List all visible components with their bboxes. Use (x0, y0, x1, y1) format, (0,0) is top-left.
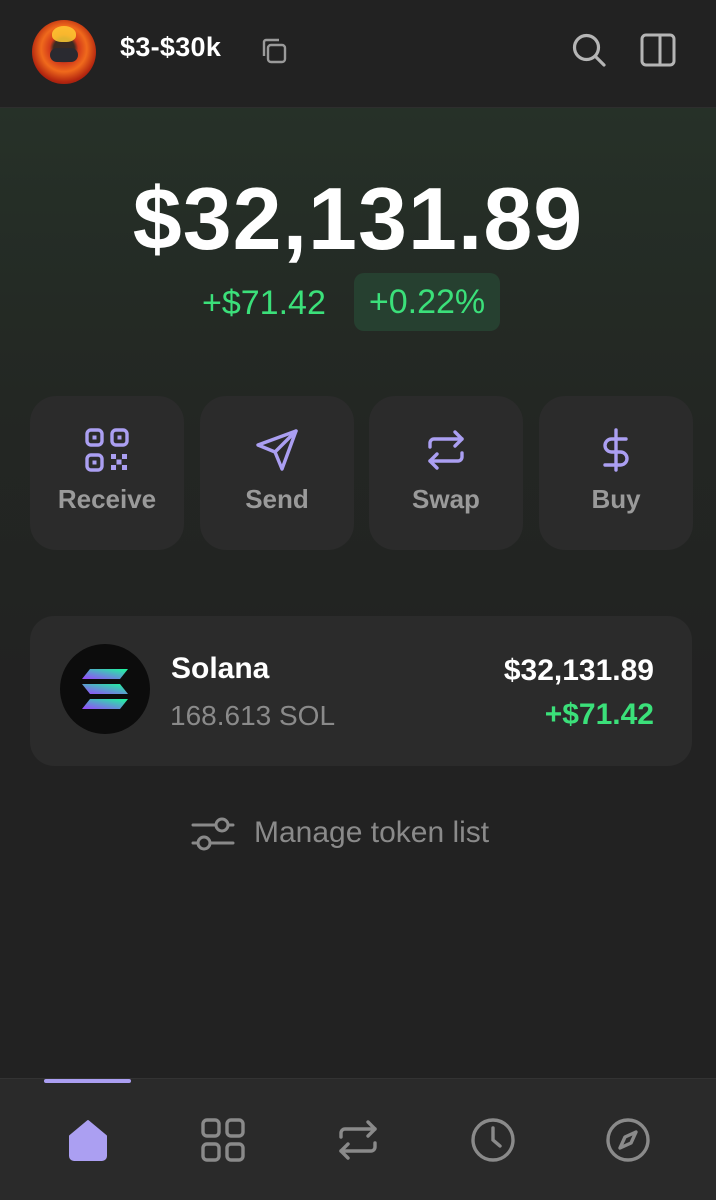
avatar-flame (52, 26, 76, 42)
search-icon[interactable] (570, 31, 608, 69)
buy-label: Buy (591, 484, 641, 514)
send-label: Send (245, 484, 309, 514)
account-avatar[interactable] (32, 20, 96, 84)
solana-logo (60, 644, 150, 734)
account-name[interactable]: $3-$30k (120, 32, 221, 63)
buy-button[interactable]: Buy (539, 396, 693, 550)
solana-logo-mark (82, 669, 128, 709)
swap-label: Swap (412, 484, 480, 514)
active-tab-indicator (44, 1079, 131, 1083)
history-clock-icon[interactable] (469, 1116, 517, 1164)
token-change: +$71.42 (544, 698, 654, 731)
portfolio-change-percent-badge: +0.22% (354, 273, 500, 331)
portfolio-balance: $32,131.89 (132, 169, 584, 268)
swap-icon (428, 430, 464, 470)
explore-compass-icon[interactable] (604, 1116, 652, 1164)
portfolio-change-amount: +$71.42 (202, 284, 326, 322)
collectibles-grid-icon[interactable] (199, 1116, 247, 1164)
token-row-solana[interactable]: Solana 168.613 SOL $32,131.89 +$71.42 (30, 616, 692, 766)
swap-button[interactable]: Swap (369, 396, 523, 550)
avatar-visor (50, 48, 78, 62)
qr-code-icon (85, 428, 129, 472)
send-icon (256, 429, 298, 471)
receive-button[interactable]: Receive (30, 396, 184, 550)
sidebar-panel-icon[interactable] (638, 30, 678, 70)
copy-icon[interactable] (258, 35, 290, 67)
bottom-nav (0, 1078, 716, 1200)
token-quantity: 168.613 SOL (170, 700, 336, 731)
dollar-icon (603, 428, 629, 472)
token-name: Solana (171, 652, 270, 685)
token-value: $32,131.89 (503, 654, 654, 687)
send-button[interactable]: Send (200, 396, 354, 550)
top-header: $3-$30k (0, 0, 716, 108)
portfolio-change-row: +$71.42 +0.22% (0, 272, 716, 332)
receive-label: Receive (57, 484, 157, 514)
home-icon[interactable] (64, 1116, 112, 1164)
swap-icon[interactable] (334, 1116, 382, 1164)
manage-token-list-label: Manage token list (254, 816, 490, 849)
sliders-icon (191, 817, 235, 851)
